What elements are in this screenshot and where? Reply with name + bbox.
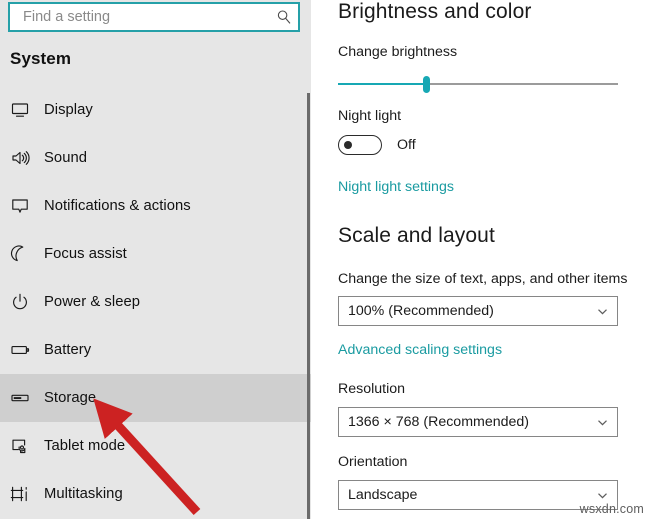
brightness-slider-fill <box>338 83 428 85</box>
sidebar-item-label: Storage <box>44 390 97 406</box>
multitasking-icon <box>10 484 44 504</box>
chevron-down-icon[interactable] <box>587 305 617 318</box>
sidebar-item-multitasking[interactable]: Multitasking <box>0 470 311 518</box>
power-icon <box>10 292 44 312</box>
sidebar-item-battery[interactable]: Battery <box>0 326 311 374</box>
scale-dropdown-value: 100% (Recommended) <box>348 303 494 319</box>
sidebar-item-label: Multitasking <box>44 486 123 502</box>
change-brightness-label: Change brightness <box>338 44 458 60</box>
orientation-dropdown-value: Landscape <box>348 487 418 503</box>
sidebar-header: System <box>10 49 72 68</box>
resolution-dropdown-value: 1366 × 768 (Recommended) <box>348 414 530 430</box>
night-light-label: Night light <box>338 108 402 124</box>
drive-icon <box>10 388 44 408</box>
advanced-scaling-link[interactable]: Advanced scaling settings <box>338 342 502 358</box>
brightness-slider-thumb[interactable] <box>422 76 430 93</box>
sidebar-item-notifications-actions[interactable]: Notifications & actions <box>0 182 311 230</box>
resolution-label: Resolution <box>338 381 406 397</box>
scale-dropdown[interactable]: 100% (Recommended) <box>338 296 618 326</box>
sidebar-item-label: Display <box>44 102 93 118</box>
sidebar-nav: Display Sound Notifications & actions Focus… <box>0 86 311 518</box>
speech-bubble-icon <box>10 196 44 216</box>
settings-window: System Display Sound Notifications & actio… <box>0 0 649 519</box>
scale-section-title: Scale and layout <box>338 224 495 247</box>
sidebar-item-sound[interactable]: Sound <box>0 134 311 182</box>
orientation-label: Orientation <box>338 454 408 470</box>
speaker-icon <box>10 148 44 168</box>
night-light-state: Off <box>397 137 416 153</box>
toggle-knob <box>344 141 352 149</box>
sidebar-item-label: Notifications & actions <box>44 198 191 214</box>
night-light-settings-link[interactable]: Night light settings <box>338 179 454 195</box>
chevron-down-icon[interactable] <box>587 416 617 429</box>
sidebar: System Display Sound Notifications & actio… <box>0 0 311 519</box>
sidebar-item-tablet-mode[interactable]: Tablet mode <box>0 422 311 470</box>
search-icon[interactable] <box>270 9 298 25</box>
sidebar-item-label: Tablet mode <box>44 438 126 454</box>
night-light-toggle[interactable] <box>338 135 382 155</box>
resolution-dropdown[interactable]: 1366 × 768 (Recommended) <box>338 407 618 437</box>
tablet-hand-icon <box>10 436 44 456</box>
watermark: wsxdn.com <box>579 502 644 516</box>
sidebar-scrollbar-thumb[interactable] <box>307 93 310 519</box>
chevron-down-icon[interactable] <box>587 489 617 502</box>
sidebar-item-label: Battery <box>44 342 92 358</box>
content-pane: Brightness and color Change brightness N… <box>311 0 649 519</box>
search-box[interactable] <box>8 2 300 32</box>
night-light-toggle-row: Off <box>338 134 416 156</box>
battery-icon <box>10 340 44 360</box>
brightness-slider[interactable] <box>338 74 618 96</box>
sidebar-item-label: Focus assist <box>44 246 127 262</box>
scale-size-label: Change the size of text, apps, and other… <box>338 271 628 287</box>
search-input[interactable] <box>10 4 270 30</box>
orientation-dropdown[interactable]: Landscape <box>338 480 618 510</box>
sidebar-item-label: Sound <box>44 150 88 166</box>
brightness-section-title: Brightness and color <box>338 0 532 23</box>
monitor-icon <box>10 100 44 120</box>
sidebar-item-display[interactable]: Display <box>0 86 311 134</box>
moon-icon <box>10 244 44 264</box>
sidebar-item-storage[interactable]: Storage <box>0 374 311 422</box>
sidebar-item-label: Power & sleep <box>44 294 141 310</box>
sidebar-item-power-sleep[interactable]: Power & sleep <box>0 278 311 326</box>
sidebar-item-focus-assist[interactable]: Focus assist <box>0 230 311 278</box>
